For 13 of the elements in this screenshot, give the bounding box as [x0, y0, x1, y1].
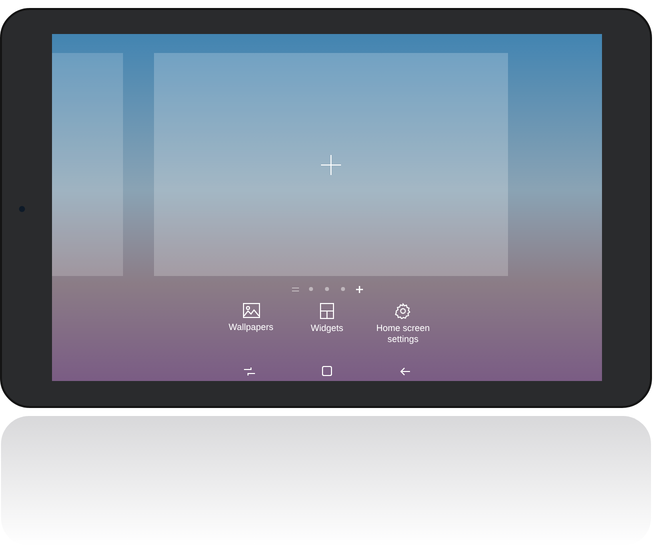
menu-item[interactable]: Wallpapers	[213, 303, 289, 353]
page-preview[interactable]	[52, 53, 123, 276]
menu-item[interactable]: Home screen settings	[365, 303, 441, 353]
recents-icon	[244, 366, 254, 376]
widgets-icon	[320, 303, 334, 319]
menu-item[interactable]: Widgets	[289, 303, 365, 353]
camera-icon	[19, 206, 25, 212]
settings-icon	[395, 303, 411, 319]
plus-icon	[321, 154, 341, 174]
back-icon	[400, 366, 410, 376]
page-preview[interactable]	[154, 53, 508, 276]
image-icon	[242, 303, 260, 318]
home-icon	[322, 366, 332, 376]
